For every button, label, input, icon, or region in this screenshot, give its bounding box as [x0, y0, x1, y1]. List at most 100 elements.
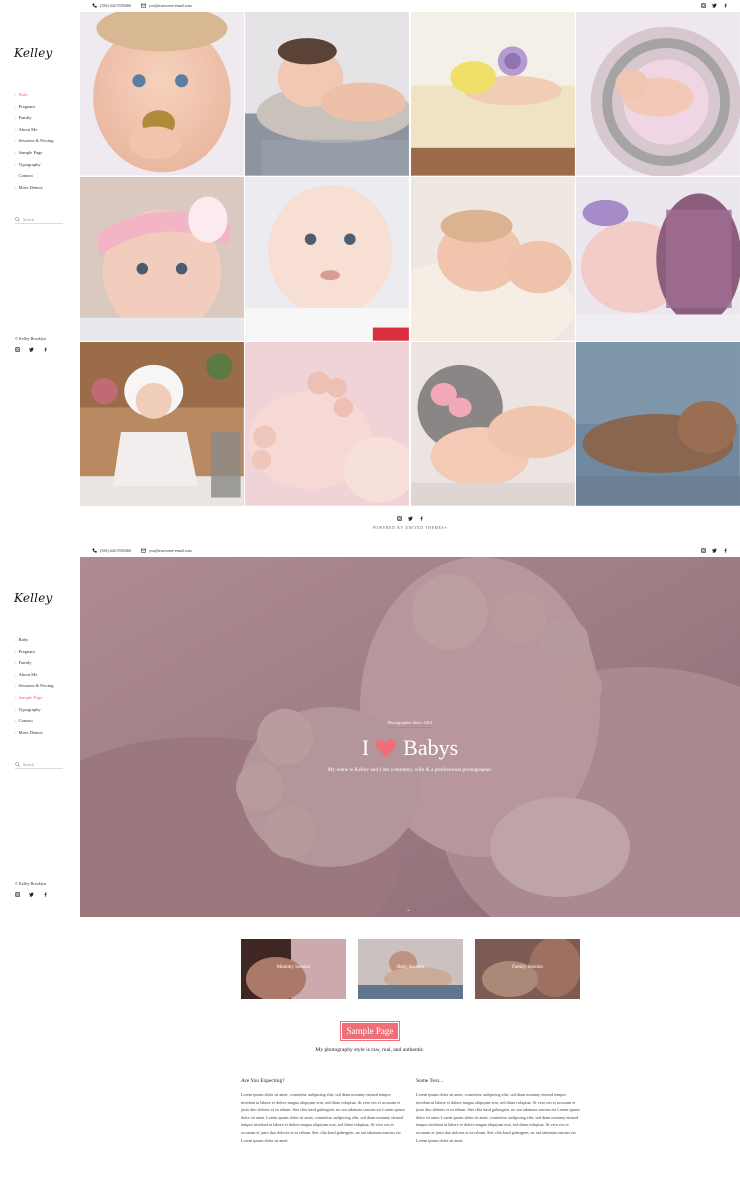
session-label: Baby Session [396, 965, 425, 970]
column-body: Lorem ipsum dolor sit amet, consetetur s… [241, 1092, 405, 1143]
menu-item-family[interactable]: › Family [15, 112, 54, 124]
phone-icon [92, 3, 97, 8]
gallery-footer: POWERED BY UNITED THEMES♥ [80, 516, 740, 530]
facebook-icon[interactable] [723, 548, 728, 553]
gallery-photo-2[interactable] [245, 12, 410, 176]
sample-intro: Sample Page My photography style is raw,… [0, 1021, 740, 1053]
gallery-photo-8[interactable] [576, 177, 740, 341]
sidebar-social [15, 892, 48, 897]
site-logo[interactable]: Kelley [14, 46, 53, 60]
sample-page-button[interactable]: Sample Page [339, 1021, 401, 1041]
menu-item-sample[interactable]: › Sample Page [15, 692, 54, 704]
menu-item-contact[interactable]: › Contact [15, 715, 54, 727]
menu-item-about[interactable]: › About Me [15, 124, 54, 136]
site-logo[interactable]: Kelley [14, 591, 53, 605]
facebook-icon[interactable] [43, 892, 48, 897]
search-input[interactable]: Search [15, 760, 63, 769]
column-expecting: Are You Expecting? Lorem ipsum dolor sit… [241, 1078, 405, 1144]
footer-social [80, 516, 740, 521]
facebook-icon[interactable] [723, 3, 728, 8]
phone-contact[interactable]: (356) 444-5550466 [92, 3, 131, 8]
twitter-icon[interactable] [29, 892, 34, 897]
email-contact[interactable]: you@awesome-email.com [141, 3, 192, 8]
menu-item-baby[interactable]: › Baby [15, 89, 54, 101]
gallery-photo-5[interactable] [80, 177, 244, 341]
hero-subtitle: My name is Kelley and I am a mummy, wife… [327, 767, 493, 773]
menu-item-baby[interactable]: › Baby [15, 634, 54, 646]
session-label: Mummy Session [276, 965, 311, 970]
gallery-photo-6[interactable] [245, 177, 410, 341]
gallery-photo-4[interactable] [576, 12, 740, 176]
phone-icon [92, 548, 97, 553]
menu-item-demos[interactable]: › More Demos [15, 182, 54, 194]
chevron-down-icon[interactable]: ⌄ [406, 906, 411, 913]
heart-icon [375, 739, 397, 758]
twitter-icon[interactable] [712, 3, 717, 8]
main-menu: › Baby › Pregnant › Family › About Me › Sessi… [15, 89, 54, 193]
powered-by[interactable]: POWERED BY UNITED THEMES♥ [80, 526, 740, 530]
instagram-icon[interactable] [15, 347, 20, 352]
photo-gallery [80, 12, 740, 506]
column-body: Lorem ipsum dolor sit amet, consetetur s… [416, 1092, 580, 1143]
hero-title: I Babys [361, 735, 459, 760]
menu-item-sample[interactable]: › Sample Page [15, 147, 54, 159]
instagram-icon[interactable] [15, 892, 20, 897]
facebook-icon[interactable] [43, 347, 48, 352]
menu-item-sessions[interactable]: › Sessions & Pricing [15, 680, 54, 692]
search-input[interactable]: Search [15, 215, 63, 224]
gallery-screen: (356) 444-5550466 you@awesome-email.com … [0, 0, 740, 545]
twitter-icon[interactable] [29, 347, 34, 352]
sidebar-social [15, 347, 48, 352]
hero-text: Photographer Since 2012 I Babys My name … [80, 711, 740, 773]
session-card-family[interactable]: Family Session [475, 939, 580, 999]
session-card-baby[interactable]: Baby Session [358, 939, 463, 999]
sidebar-copyright: © Kelley Brooklyn [15, 881, 46, 886]
hero-badge: Photographer Since 2012 [387, 720, 433, 728]
menu-item-demos[interactable]: › More Demos [15, 727, 54, 739]
email-address: you@awesome-email.com [149, 548, 192, 553]
gallery-photo-7[interactable] [410, 177, 575, 341]
top-bar: (356) 444-5550466 you@awesome-email.com [80, 545, 740, 557]
session-card-mummy[interactable]: Mummy Session [241, 939, 346, 999]
menu-item-pregnant[interactable]: › Pregnant [15, 646, 54, 658]
sidebar: Kelley › Baby › Pregnant › Family › About Me… [0, 0, 80, 370]
menu-item-typography[interactable]: › Typography [15, 159, 54, 171]
sidebar-copyright: © Kelley Brooklyn [15, 336, 46, 341]
sample-tagline: My photography style is raw, real, and a… [315, 1047, 425, 1053]
menu-item-about[interactable]: › About Me [15, 669, 54, 681]
gallery-photo-11[interactable] [410, 342, 575, 506]
search-placeholder: Search [23, 216, 34, 222]
search-icon [15, 761, 20, 767]
menu-item-pregnant[interactable]: › Pregnant [15, 101, 54, 113]
menu-item-sessions[interactable]: › Sessions & Pricing [15, 135, 54, 147]
top-bar: (356) 444-5550466 you@awesome-email.com [80, 0, 740, 12]
column-heading: Are You Expecting? [241, 1078, 285, 1084]
sample-page-screen: (356) 444-5550466 you@awesome-email.com … [0, 545, 740, 1180]
instagram-icon[interactable] [396, 516, 402, 521]
twitter-icon[interactable] [712, 548, 717, 553]
phone-contact[interactable]: (356) 444-5550466 [92, 548, 131, 553]
instagram-icon[interactable] [701, 3, 706, 8]
gallery-photo-1[interactable] [80, 12, 244, 176]
gallery-photo-12[interactable] [576, 342, 740, 506]
twitter-icon[interactable] [407, 516, 413, 521]
text-columns: Are You Expecting? Lorem ipsum dolor sit… [241, 1078, 580, 1144]
hero-banner: Photographer Since 2012 I Babys My name … [80, 557, 740, 917]
instagram-icon[interactable] [701, 548, 706, 553]
session-cards: Mummy Session Baby Session Family Sessio… [241, 939, 580, 999]
search-icon [15, 216, 20, 222]
email-contact[interactable]: you@awesome-email.com [141, 548, 192, 553]
column-heading: Some Text... [416, 1078, 444, 1084]
gallery-photo-10[interactable] [245, 342, 410, 506]
main-menu: › Baby › Pregnant › Family › About Me › Sessi… [15, 634, 54, 738]
phone-number: (356) 444-5550466 [100, 548, 131, 553]
facebook-icon[interactable] [419, 516, 424, 521]
sidebar: Kelley › Baby › Pregnant › Family › About Me… [0, 545, 80, 915]
gallery-photo-9[interactable] [80, 342, 244, 506]
search-placeholder: Search [23, 761, 34, 767]
menu-item-typography[interactable]: › Typography [15, 704, 54, 716]
menu-item-family[interactable]: › Family [15, 657, 54, 669]
menu-item-contact[interactable]: › Contact [15, 170, 54, 182]
gallery-photo-3[interactable] [410, 12, 575, 176]
phone-number: (356) 444-5550466 [100, 3, 131, 8]
